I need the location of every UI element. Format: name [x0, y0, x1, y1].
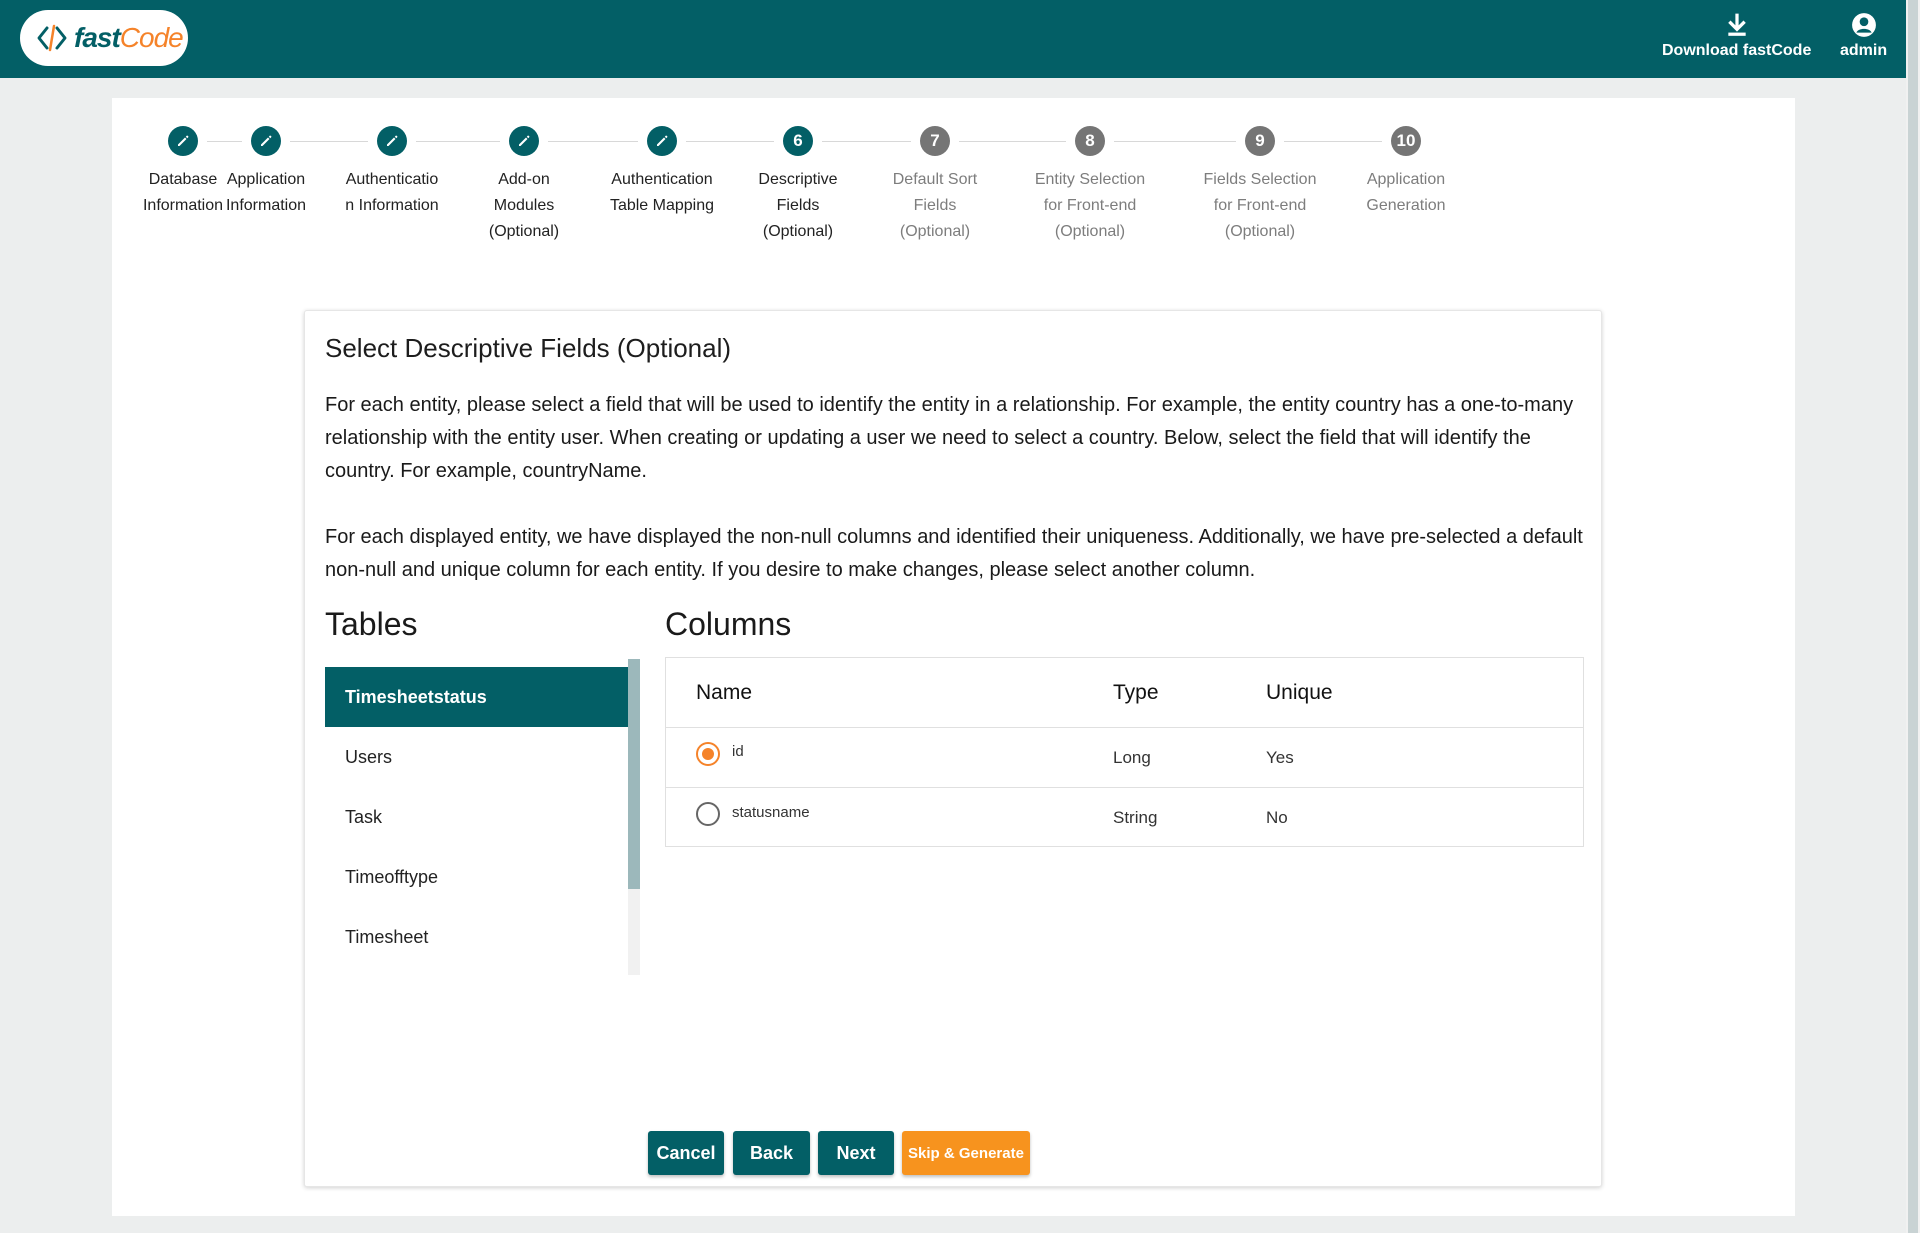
edit-pencil-icon [377, 126, 407, 156]
step-number: 8 [1075, 126, 1105, 156]
tables-list-scrollbar-thumb[interactable] [628, 659, 640, 889]
tables-list: Timesheetstatus Users Task Timeofftype T… [325, 667, 628, 967]
edit-pencil-icon [647, 126, 677, 156]
step-8[interactable]: 8 Entity Selection for Front-end (Optiona… [1010, 126, 1170, 245]
header-name: Name [696, 680, 753, 704]
columns-heading: Columns [665, 606, 792, 642]
tables-list-scrollbar[interactable] [628, 659, 640, 975]
page-scrollbar[interactable] [1906, 0, 1920, 1233]
step-label: Descriptive Fields (Optional) [758, 171, 838, 240]
logo-text: fastCode [74, 22, 184, 53]
step-label: Authenticatio n Information [345, 171, 439, 214]
edit-pencil-icon [509, 126, 539, 156]
table-row: id Long Yes [666, 728, 1583, 788]
step-6[interactable]: 6 Descriptive Fields (Optional) [718, 126, 878, 245]
table-item[interactable]: Task [325, 787, 628, 847]
step-label: Application Information [225, 171, 307, 214]
skip-and-generate-button[interactable]: Skip & Generate [902, 1131, 1030, 1175]
column-name: id [732, 743, 744, 760]
column-type: String [1113, 808, 1158, 827]
edit-pencil-icon [251, 126, 281, 156]
download-fastcode-button[interactable]: Download fastCode [1662, 12, 1811, 60]
descriptive-fields-card: Select Descriptive Fields (Optional) For… [304, 310, 1602, 1187]
step-label: Fields Selection for Front-end (Optional… [1203, 171, 1317, 240]
table-item[interactable]: Timesheet [325, 907, 628, 967]
column-radio[interactable] [696, 802, 720, 826]
card-title: Select Descriptive Fields (Optional) [325, 333, 732, 363]
fastcode-logo[interactable]: fastCode [20, 10, 188, 66]
step-label: Authentication Table Mapping [609, 171, 715, 214]
columns-table: Name Type Unique id Long Yes statusname … [665, 657, 1584, 847]
step-label: Entity Selection for Front-end (Optional… [1034, 171, 1146, 240]
description-paragraph-1: For each entity, please select a field t… [325, 394, 1574, 482]
column-unique: Yes [1266, 747, 1294, 767]
column-type: Long [1113, 747, 1151, 767]
admin-label: admin [1840, 42, 1888, 59]
step-number: 9 [1245, 126, 1275, 156]
step-label: Add-on Modules (Optional) [488, 171, 560, 240]
page-scrollbar-thumb[interactable] [1908, 0, 1918, 1233]
step-number: 10 [1391, 126, 1421, 156]
table-item[interactable]: Timeofftype [325, 847, 628, 907]
step-number: 7 [920, 126, 950, 156]
columns-table-header: Name Type Unique [666, 658, 1583, 728]
step-label: Default Sort Fields (Optional) [892, 171, 978, 240]
step-4[interactable]: Add-on Modules (Optional) [444, 126, 604, 245]
table-item[interactable]: Users [325, 727, 628, 787]
column-name-cell: id [696, 728, 744, 787]
step-number: 6 [783, 126, 813, 156]
header-type: Type [1113, 680, 1159, 704]
step-label: Application Generation [1366, 171, 1446, 214]
top-app-bar: fastCode Download fastCode admin [0, 0, 1906, 78]
step-10[interactable]: 10 Application Generation [1326, 126, 1486, 219]
description-paragraph-2: For each displayed entity, we have displ… [325, 526, 1583, 581]
step-9[interactable]: 9 Fields Selection for Front-end (Optiona… [1180, 126, 1340, 245]
table-row: statusname String No [666, 788, 1583, 848]
account-circle-icon [1851, 13, 1876, 37]
wizard-panel: Database Information Application Informat… [112, 98, 1795, 1216]
code-brackets-icon [37, 24, 67, 52]
tables-heading: Tables [325, 606, 418, 642]
table-item[interactable]: Timesheetstatus [325, 667, 628, 727]
description: For each entity, please select a field t… [325, 389, 1585, 620]
back-button[interactable]: Back [733, 1131, 810, 1175]
download-icon [1727, 13, 1746, 36]
header-unique: Unique [1266, 680, 1333, 704]
column-unique: No [1266, 808, 1288, 827]
wizard-stepper: Database Information Application Informat… [112, 98, 1795, 298]
download-label: Download fastCode [1662, 42, 1812, 59]
column-name: statusname [732, 803, 810, 821]
column-name-cell: statusname [696, 788, 810, 848]
admin-account-button[interactable]: admin [1840, 12, 1887, 60]
cancel-button[interactable]: Cancel [648, 1131, 724, 1175]
next-button[interactable]: Next [818, 1131, 894, 1175]
step-7[interactable]: 7 Default Sort Fields (Optional) [855, 126, 1015, 245]
column-radio[interactable] [696, 741, 720, 766]
